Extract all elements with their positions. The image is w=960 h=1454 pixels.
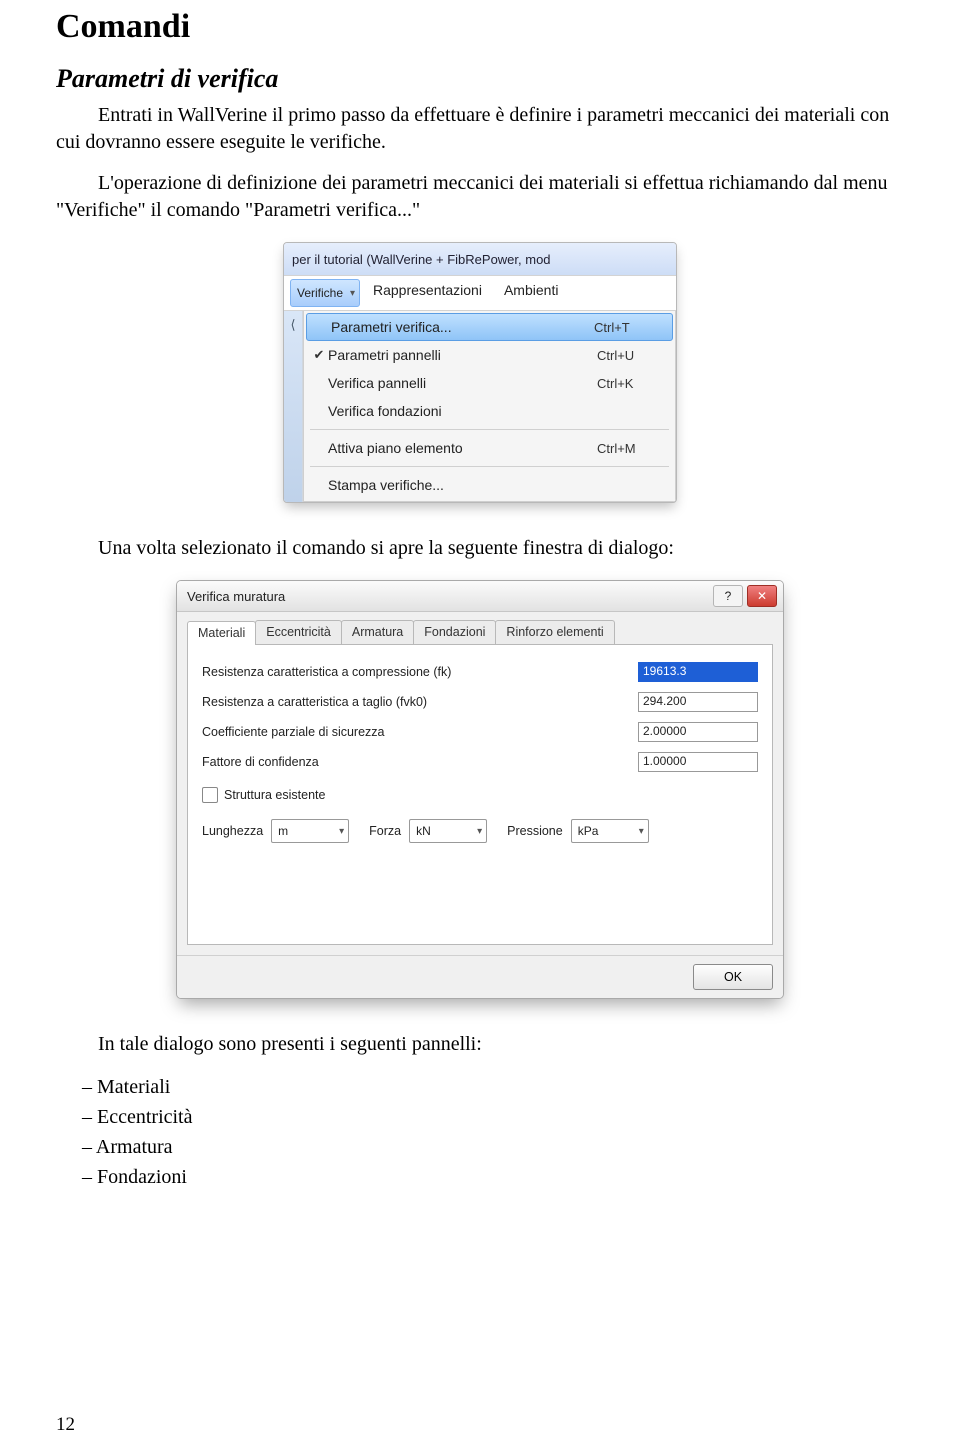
field-row: Resistenza a caratteristica a taglio (fv… <box>202 689 758 715</box>
menu-item-label: Parametri verifica... <box>331 319 594 335</box>
window-title-bar: per il tutorial (WallVerine + FibRePower… <box>284 243 676 275</box>
section-title: Comandi <box>56 8 904 46</box>
figure-dialog: Verifica muratura ? ✕ Materiali Eccentri… <box>56 580 904 999</box>
units-row: Lunghezza m Forza kN Pressione kPa <box>202 819 758 843</box>
paragraph-1: Entrati in WallVerine il primo passo da … <box>56 102 904 156</box>
menu-item-shortcut: Ctrl+M <box>597 441 667 456</box>
menu-bar: Verifiche Rappresentazioni Ambienti <box>284 275 676 311</box>
menu-item-shortcut: Ctrl+T <box>594 320 664 335</box>
window-caption: per il tutorial (WallVerine + FibRePower… <box>292 252 551 267</box>
forza-select[interactable]: kN <box>409 819 487 843</box>
field-row: Resistenza caratteristica a compressione… <box>202 659 758 685</box>
fk-input[interactable]: 19613.3 <box>638 662 758 682</box>
dialog-title-bar: Verifica muratura ? ✕ <box>177 581 783 612</box>
paragraph-2: L'operazione di definizione dei parametr… <box>56 170 904 224</box>
tab-armatura[interactable]: Armatura <box>341 620 414 644</box>
checkbox-row: Struttura esistente <box>202 787 758 803</box>
menu-item-label: Stampa verifiche... <box>328 477 597 493</box>
menu-screenshot: per il tutorial (WallVerine + FibRePower… <box>283 242 677 503</box>
field-label: Coefficiente parziale di sicurezza <box>202 725 638 739</box>
menu-item-verifica-pannelli[interactable]: Verifica pannelli Ctrl+K <box>304 369 675 397</box>
fattore-confidenza-input[interactable]: 1.00000 <box>638 752 758 772</box>
struttura-esistente-checkbox[interactable] <box>202 787 218 803</box>
lunghezza-select[interactable]: m <box>271 819 349 843</box>
menu-rappresentazioni[interactable]: Rappresentazioni <box>366 279 491 307</box>
list-item: Materiali <box>82 1072 904 1102</box>
tab-rinforzo-elementi[interactable]: Rinforzo elementi <box>495 620 614 644</box>
field-label: Fattore di confidenza <box>202 755 638 769</box>
paragraph-3: Una volta selezionato il comando si apre… <box>56 535 904 562</box>
close-button[interactable]: ✕ <box>747 585 777 607</box>
subsection-title: Parametri di verifica <box>56 64 904 94</box>
field-label: Resistenza caratteristica a compressione… <box>202 665 638 679</box>
menu-item-stampa-verifiche[interactable]: Stampa verifiche... <box>304 471 675 499</box>
page-number: 12 <box>56 1414 75 1436</box>
field-row: Coefficiente parziale di sicurezza 2.000… <box>202 719 758 745</box>
menu-item-label: Verifica fondazioni <box>328 403 597 419</box>
lunghezza-label: Lunghezza <box>202 824 263 838</box>
forza-label: Forza <box>369 824 401 838</box>
menu-item-attiva-piano[interactable]: Attiva piano elemento Ctrl+M <box>304 434 675 462</box>
menu-separator <box>310 429 669 430</box>
menu-item-parametri-pannelli[interactable]: ✔ Parametri pannelli Ctrl+U <box>304 341 675 369</box>
pressione-label: Pressione <box>507 824 563 838</box>
menu-item-check: ✔ <box>310 347 328 363</box>
list-item: Armatura <box>82 1132 904 1162</box>
field-row: Fattore di confidenza 1.00000 <box>202 749 758 775</box>
dialog-tabs: Materiali Eccentricità Armatura Fondazio… <box>187 620 773 645</box>
checkbox-label: Struttura esistente <box>224 788 325 802</box>
figure-menu: per il tutorial (WallVerine + FibRePower… <box>56 242 904 503</box>
menu-verifiche[interactable]: Verifiche <box>290 279 360 307</box>
list-item: Eccentricità <box>82 1102 904 1132</box>
menu-item-shortcut: Ctrl+U <box>597 348 667 363</box>
tab-pane-materiali: Resistenza caratteristica a compressione… <box>187 645 773 945</box>
ok-button[interactable]: OK <box>693 964 773 990</box>
menu-item-label: Verifica pannelli <box>328 375 597 391</box>
fvk0-input[interactable]: 294.200 <box>638 692 758 712</box>
tab-fondazioni[interactable]: Fondazioni <box>413 620 496 644</box>
dialog-verifica-muratura: Verifica muratura ? ✕ Materiali Eccentri… <box>176 580 784 999</box>
tab-eccentricita[interactable]: Eccentricità <box>255 620 342 644</box>
page: Comandi Parametri di verifica Entrati in… <box>0 0 960 1454</box>
menu-item-label: Attiva piano elemento <box>328 440 597 456</box>
panel-list: Materiali Eccentricità Armatura Fondazio… <box>82 1072 904 1192</box>
coefficiente-input[interactable]: 2.00000 <box>638 722 758 742</box>
dropdown-menu: Parametri verifica... Ctrl+T ✔ Parametri… <box>303 311 676 502</box>
window-left-strip: ⟨ <box>284 311 303 502</box>
close-icon: ✕ <box>757 589 767 603</box>
tab-materiali[interactable]: Materiali <box>187 621 256 645</box>
help-button[interactable]: ? <box>713 585 743 607</box>
list-item: Fondazioni <box>82 1162 904 1192</box>
field-label: Resistenza a caratteristica a taglio (fv… <box>202 695 638 709</box>
dialog-footer: OK <box>177 955 783 998</box>
menu-ambienti[interactable]: Ambienti <box>497 279 567 307</box>
pressione-select[interactable]: kPa <box>571 819 649 843</box>
menu-separator <box>310 466 669 467</box>
menu-item-shortcut: Ctrl+K <box>597 376 667 391</box>
menu-item-parametri-verifica[interactable]: Parametri verifica... Ctrl+T <box>306 313 673 341</box>
menu-item-label: Parametri pannelli <box>328 347 597 363</box>
dialog-title: Verifica muratura <box>187 589 285 604</box>
menu-item-verifica-fondazioni[interactable]: Verifica fondazioni <box>304 397 675 425</box>
paragraph-4: In tale dialogo sono presenti i seguenti… <box>56 1031 904 1058</box>
